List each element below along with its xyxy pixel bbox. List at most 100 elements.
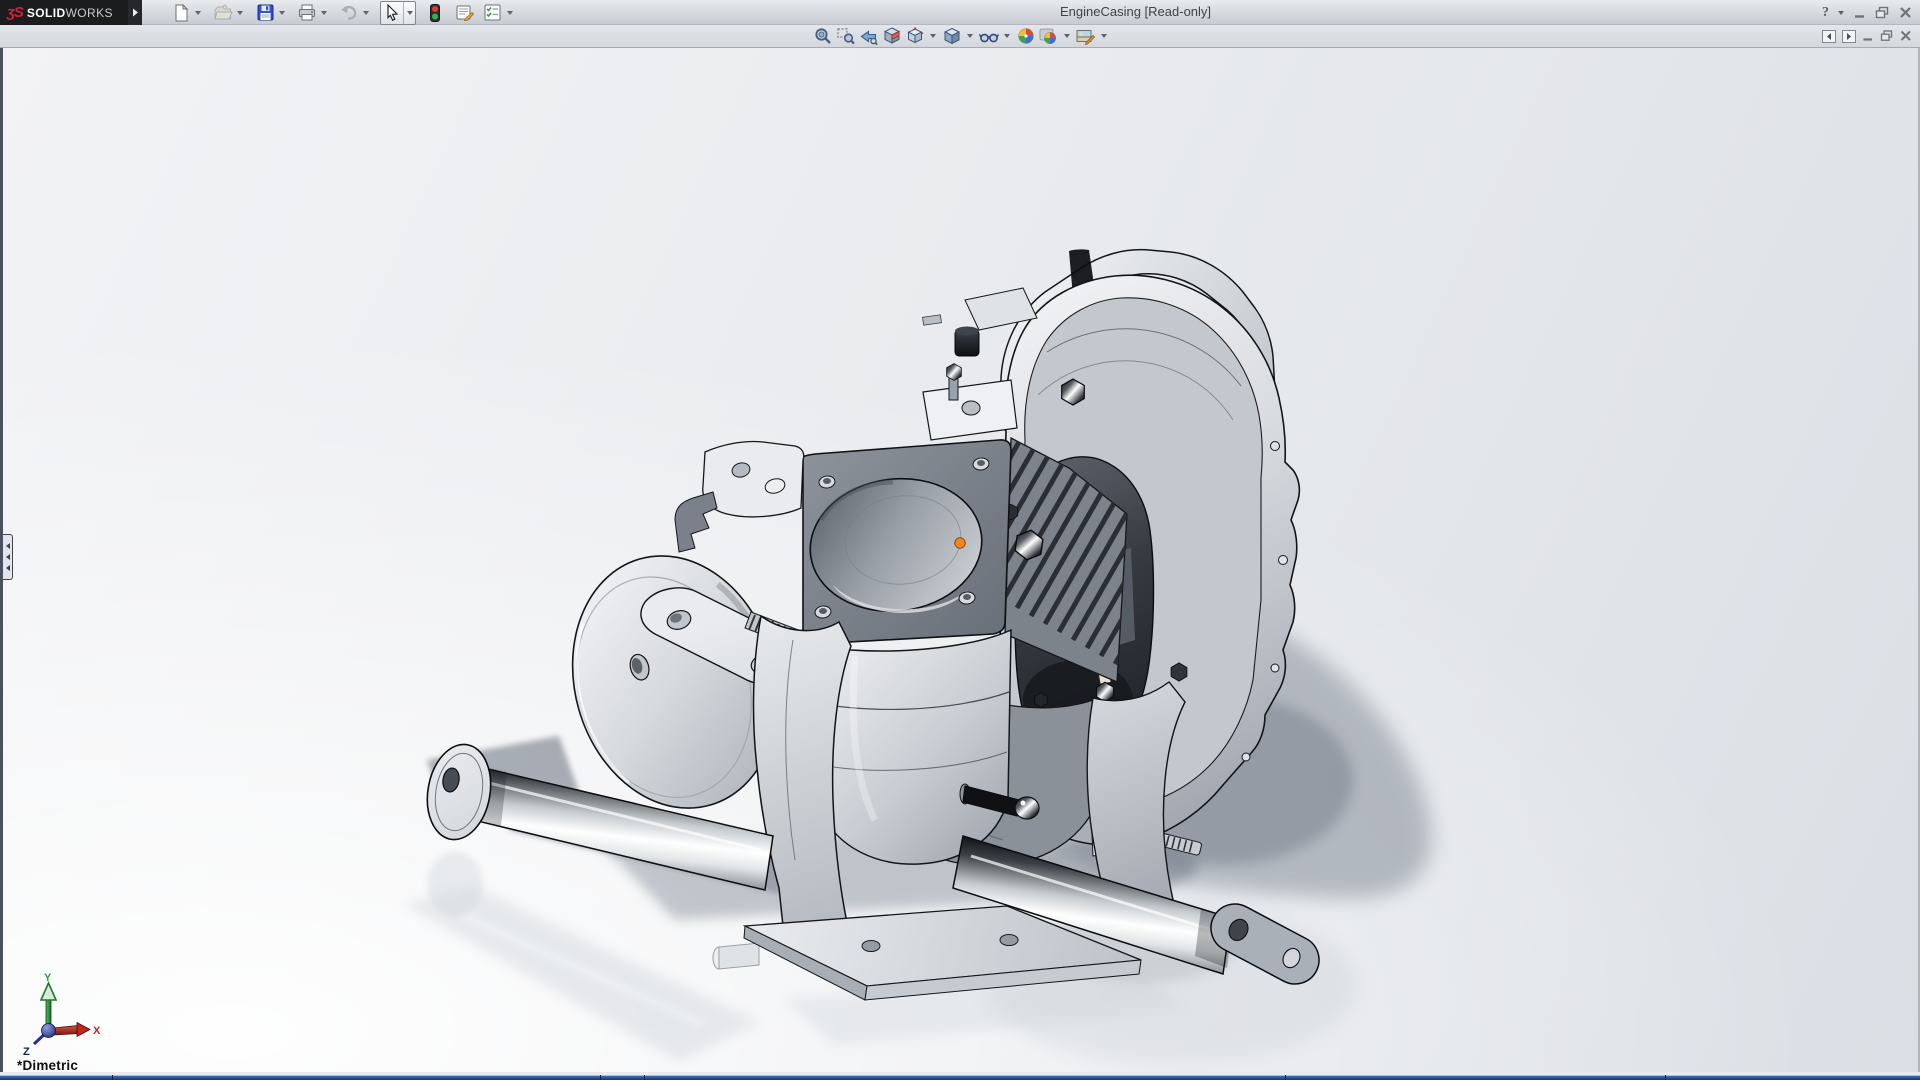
solidworks-window: { "window": { "brand": { "glyph": "ʒS", … [0,0,1920,1080]
doc-close-icon [1900,30,1912,42]
print-dropdown[interactable] [318,2,330,24]
open-folder-icon [214,4,233,22]
new-document-button[interactable] [170,2,192,24]
previous-view-icon [860,28,878,45]
standard-toolbar [170,0,524,25]
close-button[interactable] [1899,6,1912,19]
document-window-controls [1822,25,1912,47]
collapse-arrow-icon [6,543,10,549]
hide-show-items-button[interactable] [978,26,999,46]
x-axis[interactable] [53,1026,79,1036]
x-axis-label: X [93,1025,101,1037]
graphics-area[interactable]: Y X Z *Dimetric [0,48,1920,1073]
appearance-ball-icon [1017,27,1035,45]
display-style-dropdown[interactable] [964,26,975,46]
eyeglasses-icon [979,28,999,44]
upper-mount-bracket[interactable] [675,441,804,552]
section-view-icon [883,27,901,45]
options-button[interactable] [482,2,504,24]
file-properties-button[interactable] [454,2,476,24]
open-dropdown[interactable] [234,2,246,24]
heads-up-row [0,25,1920,48]
feature-manager-collapsed-tab[interactable] [3,534,13,580]
minimize-button[interactable] [1853,6,1866,19]
document-title: EngineCasing [Read-only] [1060,4,1360,19]
save-dropdown[interactable] [276,2,288,24]
close-icon [1899,6,1912,19]
view-settings-icon [1076,28,1095,45]
save-button[interactable] [254,2,276,24]
carb-flange[interactable] [803,440,1011,644]
edit-appearance-button[interactable] [1015,26,1036,46]
open-button[interactable] [212,2,234,24]
origin-ball [42,1024,56,1038]
view-orientation-dropdown[interactable] [927,26,938,46]
status-divider [1285,1075,1286,1080]
zoom-to-fit-icon [814,27,832,45]
display-style-button[interactable] [941,26,962,46]
previous-view-button[interactable] [858,26,879,46]
z-axis-label: Z [23,1046,30,1058]
doc-restore-button[interactable] [1880,30,1894,42]
hide-show-items-dropdown[interactable] [1001,26,1012,46]
minimize-icon [1853,6,1866,19]
restore-button[interactable] [1875,6,1890,19]
select-dropdown[interactable] [403,2,415,24]
rebuild-button[interactable] [424,2,446,24]
prev-window-button[interactable] [1822,30,1836,43]
view-orientation-button[interactable] [904,26,925,46]
y-axis-label: Y [44,973,52,984]
zoom-to-area-button[interactable] [835,26,856,46]
orientation-triad: Y X Z [9,973,109,1063]
view-orientation-icon [906,27,924,45]
options-checklist-icon [484,4,502,21]
view-settings-dropdown[interactable] [1098,26,1109,46]
status-divider [1665,1075,1666,1080]
new-document-dropdown[interactable] [192,2,204,24]
view-settings-button[interactable] [1075,26,1096,46]
doc-minimize-button[interactable] [1862,30,1874,42]
doc-minimize-icon [1862,30,1874,42]
collapse-arrow-icon [6,554,10,560]
window-controls: ? [1822,0,1912,25]
brand-works: WORKS [66,6,113,20]
display-style-icon [943,27,961,45]
undo-button[interactable] [338,2,360,24]
view-orientation-label: *Dimetric [17,1058,78,1073]
3ds-logo-icon: ʒS [7,4,23,21]
solidworks-logo: ʒS SOLID WORKS [0,0,128,25]
bolt [1062,379,1085,405]
section-view-button[interactable] [881,26,902,46]
file-properties-icon [456,4,474,21]
brand-solid: SOLID [27,6,66,20]
print-button[interactable] [296,2,318,24]
options-dropdown[interactable] [504,2,516,24]
engine-casing-model[interactable] [3,48,1918,1073]
apply-scene-button[interactable] [1038,26,1059,46]
status-bar [0,1072,1920,1080]
help-button[interactable]: ? [1822,5,1829,21]
menu-expander-button[interactable] [128,0,142,25]
heads-up-toolbar [812,25,1112,47]
status-divider [112,1075,113,1080]
selection-point[interactable] [955,538,965,548]
zoom-to-area-icon [837,27,855,45]
select-tool-group [380,1,416,25]
collapse-arrow-icon [6,565,10,571]
save-floppy-icon [257,4,274,21]
select-cursor-icon [385,4,400,21]
restore-icon [1875,6,1890,19]
apply-scene-dropdown[interactable] [1061,26,1072,46]
title-bar: ʒS SOLID WORKS [0,0,1920,25]
prev-window-icon [1822,30,1836,43]
select-button[interactable] [381,2,403,24]
y-arrowhead [41,983,56,1000]
undo-dropdown[interactable] [360,2,372,24]
zoom-to-fit-button[interactable] [812,26,833,46]
traffic-light-icon [430,4,440,22]
doc-close-button[interactable] [1900,30,1912,42]
apply-scene-icon [1039,27,1058,45]
help-dropdown[interactable] [1838,11,1844,15]
x-arrowhead [77,1023,90,1037]
next-window-button[interactable] [1842,30,1856,43]
